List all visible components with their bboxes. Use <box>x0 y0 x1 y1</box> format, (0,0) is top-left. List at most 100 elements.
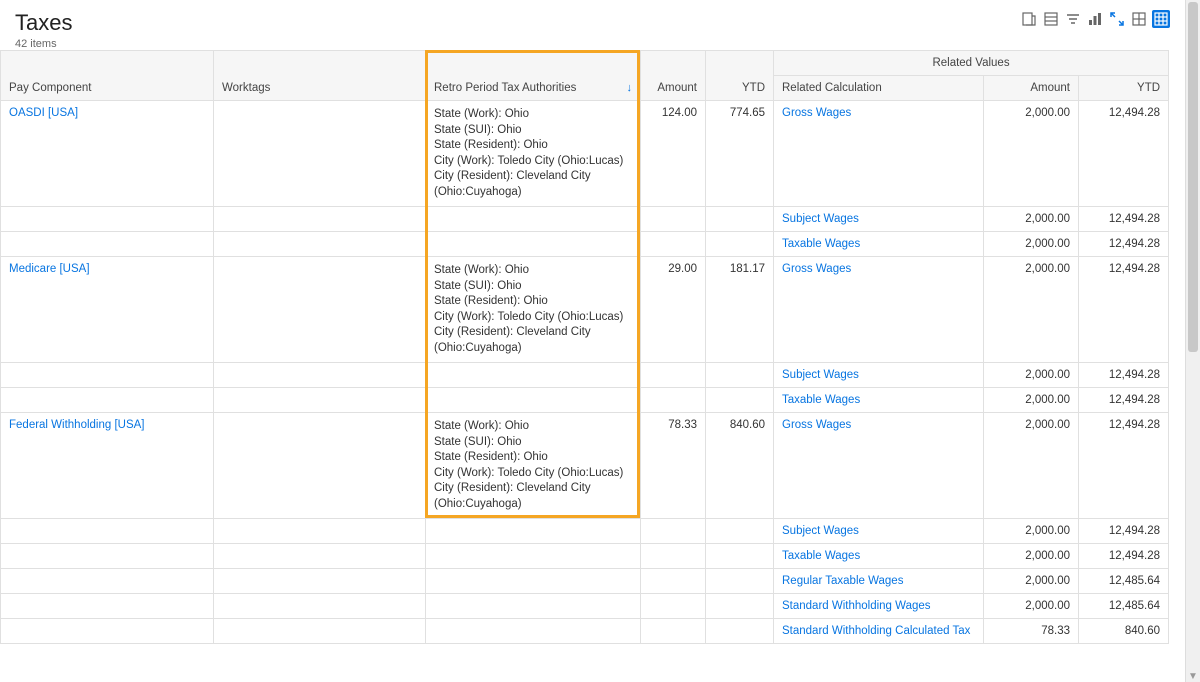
related-calc-link[interactable]: Gross Wages <box>782 419 851 431</box>
related-calc-link[interactable]: Regular Taxable Wages <box>782 575 903 587</box>
cell-related-ytd: 12,485.64 <box>1079 594 1169 619</box>
cell-related-amount: 2,000.00 <box>984 413 1079 519</box>
cell-related-ytd: 840.60 <box>1079 619 1169 644</box>
cell-retro <box>426 519 641 544</box>
table-row: Subject Wages2,000.0012,494.28 <box>1 207 1169 232</box>
retro-line: State (Work): Ohio <box>434 107 632 123</box>
cell-worktags <box>214 388 426 413</box>
sort-arrow-icon: ↓ <box>627 82 633 94</box>
retro-line: State (Resident): Ohio <box>434 450 632 466</box>
cell-amount <box>641 544 706 569</box>
pay-component-link[interactable]: OASDI [USA] <box>9 107 78 119</box>
cell-amount <box>641 594 706 619</box>
cell-retro: State (Work): OhioState (SUI): OhioState… <box>426 413 641 519</box>
pay-component-link[interactable]: Medicare [USA] <box>9 263 90 275</box>
retro-line: State (Resident): Ohio <box>434 138 632 154</box>
item-count: 42 items <box>15 38 72 50</box>
related-calc-link[interactable]: Subject Wages <box>782 213 859 225</box>
table-row: Taxable Wages2,000.0012,494.28 <box>1 232 1169 257</box>
cell-ytd <box>706 207 774 232</box>
col-pay-component[interactable]: Pay Component <box>1 51 214 101</box>
cell-amount <box>641 619 706 644</box>
taxes-table: Pay Component Worktags Retro Period Tax … <box>0 50 1169 644</box>
cell-retro <box>426 232 641 257</box>
cell-related-calc: Taxable Wages <box>774 388 984 413</box>
retro-line: State (Resident): Ohio <box>434 294 632 310</box>
cell-retro <box>426 388 641 413</box>
col-related-amount[interactable]: Amount <box>984 76 1079 101</box>
cell-related-amount: 2,000.00 <box>984 569 1079 594</box>
cell-related-ytd: 12,494.28 <box>1079 388 1169 413</box>
pay-component-link[interactable]: Federal Withholding [USA] <box>9 419 145 431</box>
table-view-icon[interactable] <box>1152 10 1170 28</box>
table-row: Regular Taxable Wages2,000.0012,485.64 <box>1 569 1169 594</box>
filter-icon[interactable] <box>1064 10 1082 28</box>
cell-worktags <box>214 257 426 363</box>
cell-related-amount: 2,000.00 <box>984 388 1079 413</box>
col-ytd[interactable]: YTD <box>706 51 774 101</box>
cell-related-amount: 2,000.00 <box>984 363 1079 388</box>
scroll-down-icon[interactable]: ▼ <box>1186 671 1200 682</box>
col-related-values-group: Related Values <box>774 51 1169 76</box>
cell-ytd <box>706 594 774 619</box>
cell-related-ytd: 12,494.28 <box>1079 232 1169 257</box>
table-row: Medicare [USA]State (Work): OhioState (S… <box>1 257 1169 363</box>
cell-worktags <box>214 544 426 569</box>
retro-line: City (Work): Toledo City (Ohio:Lucas) <box>434 310 632 326</box>
chart-icon[interactable] <box>1086 10 1104 28</box>
cell-related-calc: Standard Withholding Calculated Tax <box>774 619 984 644</box>
retro-line: City (Resident): Cleveland City (Ohio:Cu… <box>434 325 632 356</box>
cell-amount <box>641 207 706 232</box>
col-related-ytd[interactable]: YTD <box>1079 76 1169 101</box>
table-row: Federal Withholding [USA] State (Work): O… <box>1 413 1169 519</box>
cell-ytd <box>706 544 774 569</box>
related-calc-link[interactable]: Standard Withholding Wages <box>782 600 931 612</box>
cell-related-calc: Regular Taxable Wages <box>774 569 984 594</box>
export-excel-icon[interactable] <box>1020 10 1038 28</box>
scrollbar-thumb[interactable] <box>1188 2 1198 352</box>
related-calc-link[interactable]: Gross Wages <box>782 263 851 275</box>
cell-amount <box>641 569 706 594</box>
cell-amount <box>641 232 706 257</box>
related-calc-link[interactable]: Gross Wages <box>782 107 851 119</box>
grid-view-icon[interactable] <box>1130 10 1148 28</box>
col-retro[interactable]: Retro Period Tax Authorities ↓ <box>426 51 641 101</box>
cell-pay-component <box>1 544 214 569</box>
related-calc-link[interactable]: Taxable Wages <box>782 238 860 250</box>
cell-related-ytd: 12,494.28 <box>1079 207 1169 232</box>
cell-ytd <box>706 232 774 257</box>
table-row: Subject Wages2,000.0012,494.28 <box>1 363 1169 388</box>
cell-pay-component: Medicare [USA] <box>1 257 214 363</box>
retro-line: City (Work): Toledo City (Ohio:Lucas) <box>434 154 632 170</box>
cell-related-amount: 2,000.00 <box>984 519 1079 544</box>
cell-related-ytd: 12,494.28 <box>1079 544 1169 569</box>
cell-retro: State (Work): OhioState (SUI): OhioState… <box>426 101 641 207</box>
col-related-calc[interactable]: Related Calculation <box>774 76 984 101</box>
cell-pay-component <box>1 232 214 257</box>
vertical-scrollbar[interactable]: ▲ ▼ <box>1185 0 1200 682</box>
cell-related-calc: Subject Wages <box>774 519 984 544</box>
cell-related-amount: 78.33 <box>984 619 1079 644</box>
cell-amount: 78.33 <box>641 413 706 519</box>
cell-retro <box>426 544 641 569</box>
cell-related-amount: 2,000.00 <box>984 594 1079 619</box>
cell-pay-component <box>1 207 214 232</box>
related-calc-link[interactable]: Standard Withholding Calculated Tax <box>782 625 970 637</box>
related-calc-link[interactable]: Subject Wages <box>782 369 859 381</box>
cell-amount <box>641 519 706 544</box>
toolbar <box>1020 10 1170 28</box>
cell-pay-component: OASDI [USA] <box>1 101 214 207</box>
col-amount[interactable]: Amount <box>641 51 706 101</box>
cell-pay-component <box>1 594 214 619</box>
retro-line: State (SUI): Ohio <box>434 123 632 139</box>
col-worktags[interactable]: Worktags <box>214 51 426 101</box>
cell-pay-component: Federal Withholding [USA] <box>1 413 214 519</box>
worksheet-icon[interactable] <box>1042 10 1060 28</box>
cell-ytd <box>706 569 774 594</box>
cell-ytd: 181.17 <box>706 257 774 363</box>
cell-worktags <box>214 207 426 232</box>
expand-icon[interactable] <box>1108 10 1126 28</box>
related-calc-link[interactable]: Taxable Wages <box>782 394 860 406</box>
related-calc-link[interactable]: Taxable Wages <box>782 550 860 562</box>
related-calc-link[interactable]: Subject Wages <box>782 525 859 537</box>
